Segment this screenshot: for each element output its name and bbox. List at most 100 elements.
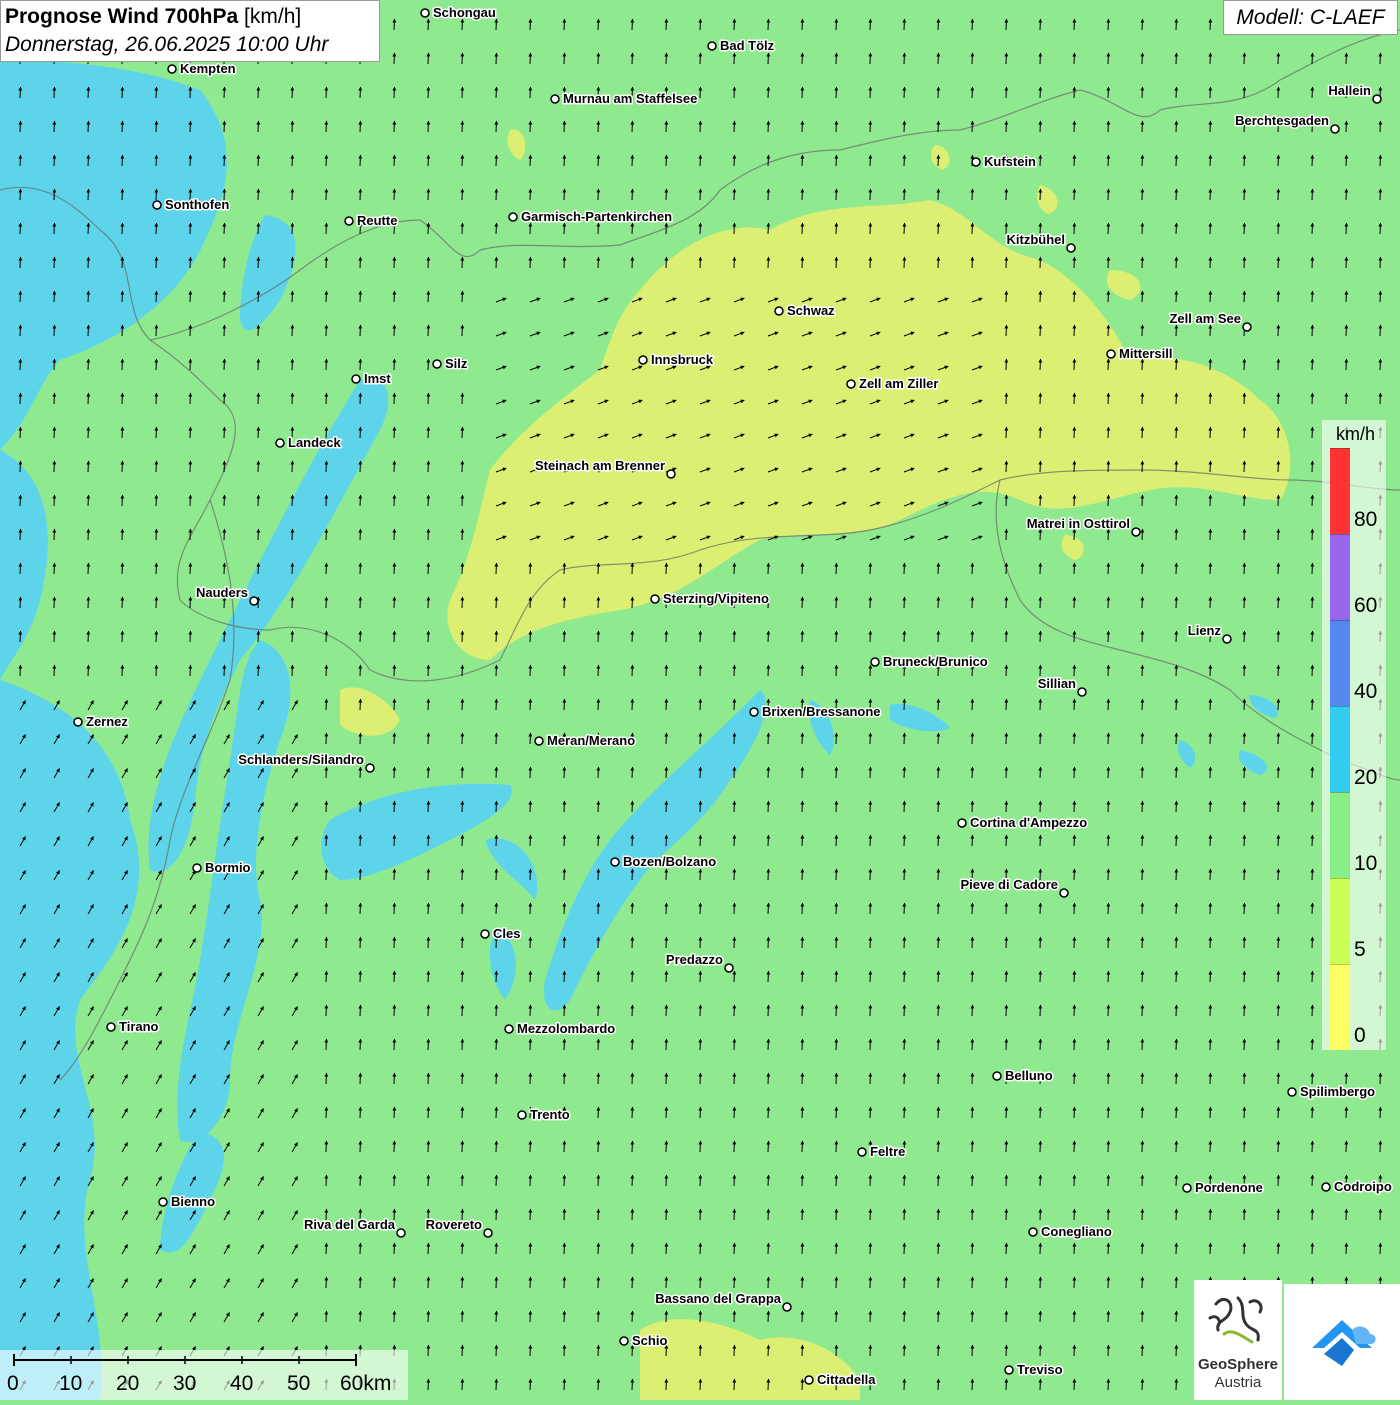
wind-arrow <box>494 256 499 269</box>
wind-arrow <box>834 86 839 99</box>
wind-arrow <box>698 18 703 31</box>
city-label: Berchtesgaden <box>1235 113 1329 128</box>
wind-arrow <box>392 970 397 983</box>
wind-arrow <box>1004 188 1009 201</box>
city-marker[interactable]: Brixen/Bressanone <box>749 703 882 721</box>
wind-arrow <box>562 18 567 31</box>
wind-arrow <box>494 902 499 915</box>
wind-arrow <box>324 222 329 235</box>
wind-arrow <box>766 52 771 65</box>
wind-arrow <box>1174 1072 1179 1085</box>
wind-arrow <box>188 324 193 337</box>
wind-arrow <box>1140 290 1145 303</box>
wind-arrow <box>52 256 57 269</box>
wind-arrow <box>630 52 635 65</box>
wind-arrow <box>256 392 261 405</box>
wind-arrow <box>868 1004 873 1017</box>
wind-arrow <box>86 188 91 201</box>
wind-arrow <box>664 188 669 201</box>
wind-arrow <box>1004 630 1009 643</box>
wind-arrow <box>86 494 91 507</box>
wind-arrow <box>970 1004 975 1017</box>
wind-arrow <box>1072 426 1077 439</box>
city-marker[interactable]: Garmisch-Partenkirchen <box>508 208 674 226</box>
wind-arrow <box>358 1106 363 1119</box>
wind-arrow <box>630 562 635 575</box>
wind-arrow <box>970 1038 975 1051</box>
wind-arrow <box>1174 732 1179 745</box>
wind-arrow <box>358 1310 363 1323</box>
wind-arrow <box>1344 1208 1349 1221</box>
wind-arrow <box>528 1140 533 1153</box>
wind-arrow <box>222 426 227 439</box>
wind-arrow <box>664 52 669 65</box>
wind-arrow <box>324 460 329 473</box>
wind-arrow <box>902 1072 907 1085</box>
wind-arrow <box>1072 596 1077 609</box>
wind-arrow <box>528 1344 533 1357</box>
wind-arrow <box>834 868 839 881</box>
wind-arrow <box>698 86 703 99</box>
wind-arrow <box>1310 1038 1315 1051</box>
wind-arrow <box>1174 1276 1179 1289</box>
wind-arrow <box>1344 1140 1349 1153</box>
wind-arrow <box>1004 1208 1009 1221</box>
wind-arrow <box>1174 154 1179 167</box>
city-marker[interactable]: Bruneck/Brunico <box>870 653 989 671</box>
city-marker[interactable]: Murnau am Staffelsee <box>550 90 699 108</box>
wind-arrow <box>324 1072 329 1085</box>
wind-arrow <box>1106 392 1111 405</box>
city-dot <box>344 216 354 226</box>
wind-arrow <box>1344 392 1349 405</box>
wind-arrow <box>358 766 363 779</box>
wind-arrow <box>392 52 397 65</box>
weather-app-logo[interactable] <box>1284 1284 1400 1400</box>
wind-arrow <box>630 834 635 847</box>
city-marker[interactable]: Sterzing/Vipiteno <box>650 590 770 608</box>
city-marker[interactable]: Cortina d'Ampezzo <box>957 814 1089 832</box>
wind-arrow <box>460 834 465 847</box>
city-marker[interactable]: Innsbruck <box>638 351 715 369</box>
city-marker[interactable]: Zell am Ziller <box>846 375 940 393</box>
wind-arrow <box>1072 18 1077 31</box>
wind-arrow <box>1140 494 1145 507</box>
wind-arrow <box>324 766 329 779</box>
wind-arrow <box>426 392 431 405</box>
wind-arrow <box>1038 664 1043 677</box>
wind-arrow <box>1004 18 1009 31</box>
city-marker[interactable]: Schongau <box>420 4 497 22</box>
wind-arrow <box>1310 188 1315 201</box>
city-marker[interactable]: Meran/Merano <box>534 732 637 750</box>
wind-arrow <box>1072 1004 1077 1017</box>
wind-arrow <box>1208 392 1213 405</box>
city-dot <box>1330 124 1340 134</box>
wind-arrow <box>1378 120 1383 133</box>
geosphere-logo[interactable]: GeoSphere Austria <box>1194 1280 1282 1400</box>
wind-arrow <box>358 1072 363 1085</box>
wind-arrow <box>1174 358 1179 371</box>
wind-arrow <box>868 1242 873 1255</box>
wind-arrow <box>1106 358 1111 371</box>
city-marker[interactable]: Sonthofen <box>152 196 231 214</box>
wind-arrow <box>1140 732 1145 745</box>
wind-arrow <box>86 256 91 269</box>
city-marker[interactable]: Bozen/Bolzano <box>610 853 718 871</box>
wind-arrow <box>1004 290 1009 303</box>
wind-arrow <box>1072 1344 1077 1357</box>
wind-arrow <box>970 1072 975 1085</box>
wind-arrow <box>324 324 329 337</box>
city-marker[interactable]: Pordenone <box>1182 1179 1264 1197</box>
city-marker[interactable]: Conegliano <box>1028 1223 1113 1241</box>
wind-arrow <box>1038 630 1043 643</box>
wind-arrow <box>494 1208 499 1221</box>
wind-arrow <box>324 392 329 405</box>
city-marker[interactable]: Spilimbergo <box>1287 1083 1377 1101</box>
wind-arrow <box>1310 1004 1315 1017</box>
wind-arrow <box>698 1242 703 1255</box>
city-marker[interactable]: Mezzolombardo <box>504 1020 617 1038</box>
wind-arrow <box>1208 222 1213 235</box>
wind-arrow <box>868 1072 873 1085</box>
wind-arrow <box>426 1140 431 1153</box>
wind-arrow <box>902 1344 907 1357</box>
wind-arrow <box>1004 392 1009 405</box>
